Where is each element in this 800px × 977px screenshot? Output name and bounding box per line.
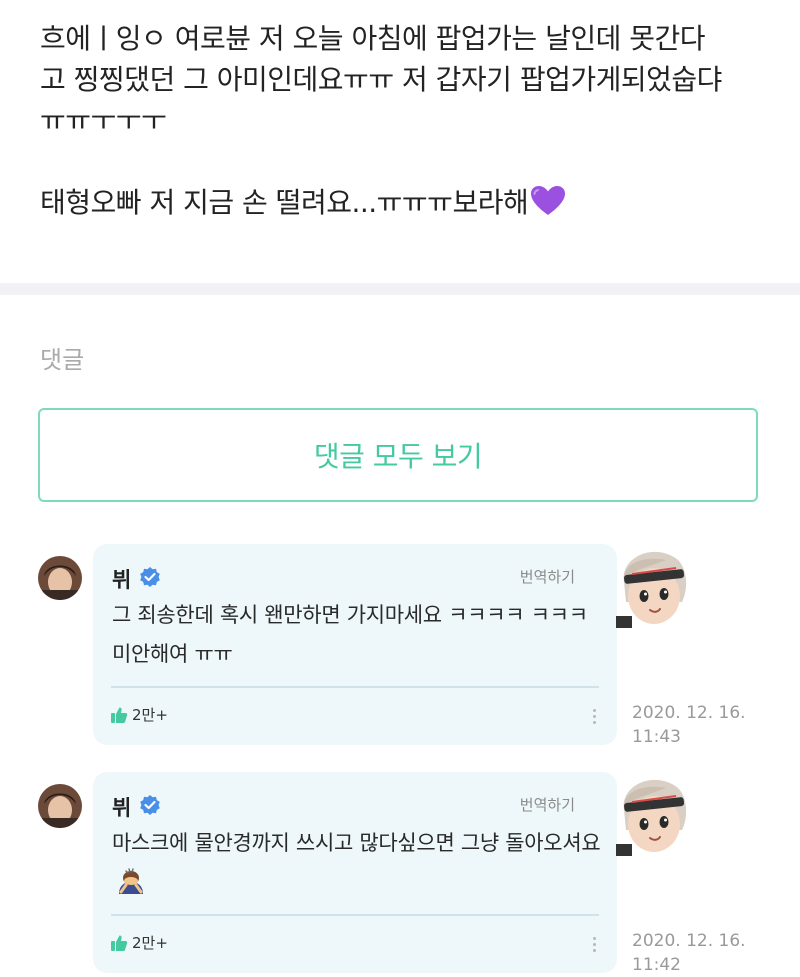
comment-text-content: 마스크에 물안경까지 쓰시고 많다싶으면 그냥 돌아오셔요 (112, 831, 601, 855)
comment-divider (111, 914, 599, 916)
bt21-sticker-icon (616, 774, 690, 856)
like-button[interactable]: 2만+ (110, 704, 168, 725)
bowing-person-emoji (116, 867, 146, 908)
post-line-4: 태형오빠 저 지금 손 떨려요...ㅠㅠㅠ보라해 (40, 182, 780, 228)
comment-text: 마스크에 물안경까지 쓰시고 많다싶으면 그냥 돌아오셔요 (112, 824, 602, 908)
thumbs-up-icon (111, 935, 128, 951)
post-line-4-text: 태형오빠 저 지금 손 떨려요...ㅠㅠㅠ보라해 (40, 186, 529, 219)
like-count: 2만+ (132, 934, 168, 952)
like-count: 2만+ (132, 706, 168, 724)
avatar[interactable] (38, 556, 82, 600)
more-options-icon[interactable] (593, 937, 597, 952)
comment-text: 그 죄송한데 혹시 왠만하면 가지마세요 ㅋㅋㅋㅋ ㅋㅋㅋ 미안해여 ㅠㅠ (112, 603, 588, 666)
author-name: 뷔 (112, 568, 132, 592)
post-line-3: ㅠㅠㅜㅜㅜ (40, 104, 167, 137)
comment-bubble: 뷔 번역하기 마스크에 물안경까지 쓰시고 많다싶으면 그냥 돌아오셔요 2만+ (93, 772, 617, 973)
comment-author[interactable]: 뷔 (112, 792, 161, 822)
purple-heart-icon (530, 185, 566, 228)
verified-badge-icon (139, 566, 161, 593)
like-button[interactable]: 2만+ (110, 932, 168, 953)
more-options-icon[interactable] (593, 709, 597, 724)
comments-label: 댓글 (40, 346, 85, 374)
translate-button[interactable]: 번역하기 (520, 566, 575, 587)
comment-timestamp: 2020. 12. 16. 11:42 (632, 929, 746, 977)
comment-timestamp: 2020. 12. 16. 11:43 (632, 701, 746, 749)
post-line-2: 고 찡찡댔던 그 아미인데요ㅠㅠ 저 갑자기 팝업가게되었숩댜 (40, 63, 722, 96)
post-line-1: 흐에ㅣ잉ㅇ 여로뷴 저 오늘 아침에 팝업가는 날인데 못간다 (40, 22, 706, 55)
comment-date: 2020. 12. 16. (632, 931, 746, 951)
comment-time: 11:43 (632, 727, 681, 747)
comment-bubble: 뷔 번역하기 그 죄송한데 혹시 왠만하면 가지마세요 ㅋㅋㅋㅋ ㅋㅋㅋ 미안해… (93, 544, 617, 745)
post-body: 흐에ㅣ잉ㅇ 여로뷴 저 오늘 아침에 팝업가는 날인데 못간다 고 찡찡댔던 그… (40, 18, 780, 228)
verified-badge-icon (139, 794, 161, 821)
comment-divider (111, 686, 599, 688)
translate-button[interactable]: 번역하기 (520, 794, 575, 815)
section-divider (0, 283, 800, 295)
comment-time: 11:42 (632, 955, 681, 975)
bt21-sticker-icon (616, 546, 690, 628)
comment-author[interactable]: 뷔 (112, 564, 161, 594)
avatar[interactable] (38, 784, 82, 828)
thumbs-up-icon (111, 707, 128, 723)
author-name: 뷔 (112, 796, 132, 820)
comment-date: 2020. 12. 16. (632, 703, 746, 723)
view-all-comments-button[interactable]: 댓글 모두 보기 (38, 408, 758, 502)
